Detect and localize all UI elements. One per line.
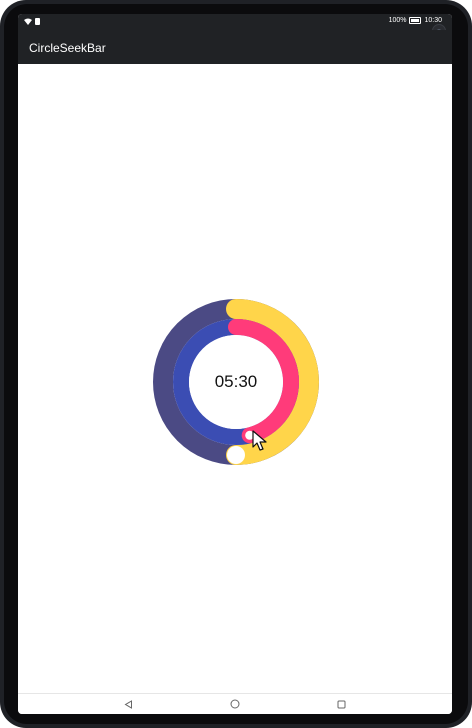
back-triangle-icon — [124, 699, 132, 709]
recents-square-icon — [337, 700, 345, 708]
screen: 100% 10:30 CircleSeekBar 05:30 — [18, 14, 452, 714]
battery-icon — [409, 17, 422, 24]
main-content: 05:30 — [18, 64, 452, 694]
home-circle-icon — [230, 699, 240, 709]
status-time: 10:30 — [424, 17, 442, 24]
sim-icon — [35, 18, 40, 25]
status-bar: 100% 10:30 — [18, 14, 452, 30]
time-label: 05:30 — [214, 372, 258, 391]
battery-percent: 100% — [388, 17, 407, 24]
app-title: CircleSeekBar — [29, 41, 106, 55]
mouse-pointer-icon — [252, 430, 267, 451]
wifi-icon — [24, 18, 32, 25]
app-bar: CircleSeekBar — [18, 30, 452, 64]
navigation-bar — [18, 693, 452, 714]
home-button[interactable] — [229, 698, 241, 710]
status-left — [24, 18, 40, 25]
back-button[interactable] — [122, 698, 134, 710]
circle-seekbar[interactable]: 05:30 — [152, 298, 320, 466]
tablet-frame: 100% 10:30 CircleSeekBar 05:30 — [0, 0, 472, 728]
recents-button[interactable] — [335, 698, 347, 710]
status-right: 100% 10:30 — [389, 17, 442, 24]
